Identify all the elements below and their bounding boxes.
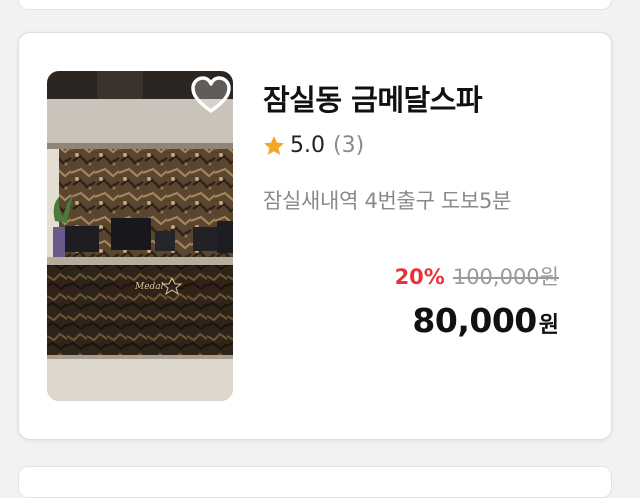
next-card-edge[interactable] (18, 466, 612, 498)
location-text: 잠실새내역 4번출구 도보5분 (263, 189, 512, 213)
star-icon (264, 135, 284, 155)
listing-thumbnail[interactable]: Medal (47, 71, 233, 401)
sign-text: Medal (134, 282, 164, 292)
previous-card-edge[interactable] (18, 0, 612, 10)
currency-unit: 원 (538, 313, 559, 338)
rating: 5.0 (3) (262, 133, 364, 158)
final-price-line: 80,000원 (395, 301, 559, 340)
discount-line: 20% 100,000원 (395, 261, 559, 291)
review-count: (3) (333, 133, 365, 158)
rating-score: 5.0 (290, 133, 325, 158)
heart-icon[interactable] (189, 73, 233, 117)
listing-title[interactable]: 잠실동 금메달스파 (263, 77, 483, 119)
listing-card[interactable]: Medal 잠실동 금메달스파 5.0 (3) 잠실새내역 4번출구 도보5분 … (18, 32, 612, 440)
price-block: 20% 100,000원 80,000원 (395, 261, 559, 340)
final-price: 80,000 (412, 301, 537, 340)
discount-rate: 20% (394, 265, 445, 289)
original-price: 100,000원 (452, 265, 559, 289)
